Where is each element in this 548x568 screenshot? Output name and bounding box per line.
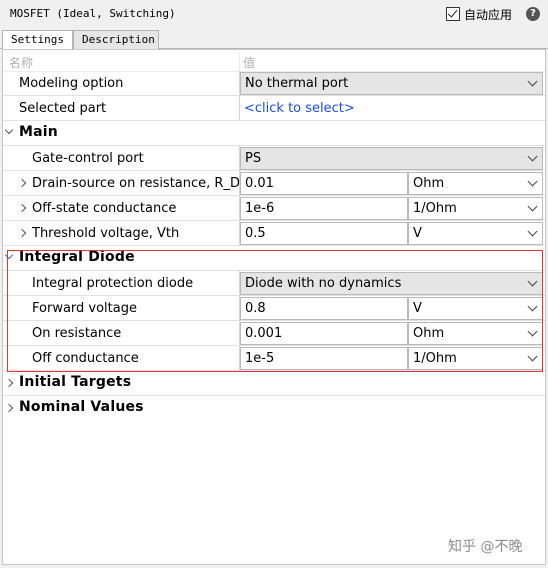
chevron-down-icon (527, 351, 538, 362)
help-icon[interactable]: ? (526, 7, 540, 21)
watermark: 知乎 @不晚 (448, 539, 523, 555)
gate-control-port-row: Gate-control port PS (3, 146, 545, 171)
select-part-link[interactable]: <click to select> (244, 101, 355, 116)
chevron-down-icon[interactable] (5, 252, 15, 262)
off-conductance-label: Off conductance (32, 351, 139, 366)
on-resistance-label: On resistance (32, 326, 122, 341)
on-resistance-row: On resistance 0.001 Ohm (3, 321, 545, 346)
on-resistance-input[interactable]: 0.001 (240, 322, 408, 345)
chevron-down-icon (527, 301, 538, 312)
threshold-voltage-input[interactable]: 0.5 (240, 222, 408, 245)
chevron-right-icon[interactable] (5, 404, 15, 414)
section-nominal-values-label: Nominal Values (19, 399, 144, 415)
drain-source-resistance-label: Drain-source on resistance, R_DS... (32, 176, 261, 191)
property-grid: 名称 值 Modeling option No thermal port Sel… (2, 49, 546, 565)
chevron-right-icon[interactable] (5, 379, 15, 389)
section-initial-targets-label: Initial Targets (19, 374, 132, 390)
chevron-right-icon[interactable] (18, 229, 28, 239)
off-state-conductance-input[interactable]: 1e-6 (240, 197, 408, 220)
modeling-option-dropdown[interactable]: No thermal port (240, 72, 543, 95)
chevron-down-icon (527, 76, 538, 87)
tab-settings[interactable]: Settings (2, 30, 73, 50)
drain-source-resistance-input[interactable]: 0.01 (240, 172, 408, 195)
off-state-conductance-label: Off-state conductance (32, 201, 177, 216)
chevron-down-icon[interactable] (5, 127, 15, 137)
section-initial-targets[interactable]: Initial Targets (3, 371, 545, 396)
gate-control-port-dropdown[interactable]: PS (240, 147, 543, 170)
section-integral-diode[interactable]: Integral Diode (3, 246, 545, 271)
chevron-right-icon[interactable] (18, 179, 28, 189)
chevron-down-icon (527, 201, 538, 212)
off-state-conductance-row: Off-state conductance 1e-6 1/Ohm (3, 196, 545, 221)
protection-diode-row: Integral protection diode Diode with no … (3, 271, 545, 296)
window-title: MOSFET (Ideal, Switching) (10, 7, 176, 20)
threshold-voltage-unit[interactable]: V (408, 222, 543, 245)
chevron-down-icon (527, 326, 538, 337)
name-column-header: 名称 (9, 56, 34, 70)
forward-voltage-row: Forward voltage 0.8 V (3, 296, 545, 321)
table-header: 名称 值 (3, 52, 545, 72)
threshold-voltage-label: Threshold voltage, Vth (32, 226, 180, 241)
modeling-option-row: Modeling option No thermal port (3, 71, 545, 96)
off-state-conductance-unit[interactable]: 1/Ohm (408, 197, 543, 220)
drain-source-resistance-row: Drain-source on resistance, R_DS... 0.01… (3, 171, 545, 196)
chevron-right-icon[interactable] (18, 204, 28, 214)
chevron-down-icon (527, 176, 538, 187)
section-integral-diode-label: Integral Diode (19, 249, 135, 265)
chevron-down-icon (527, 276, 538, 287)
threshold-voltage-row: Threshold voltage, Vth 0.5 V (3, 221, 545, 246)
section-main-label: Main (19, 124, 58, 140)
section-nominal-values[interactable]: Nominal Values (3, 396, 545, 421)
off-conductance-row: Off conductance 1e-5 1/Ohm (3, 346, 545, 371)
section-main[interactable]: Main (3, 121, 545, 146)
drain-source-resistance-unit[interactable]: Ohm (408, 172, 543, 195)
selected-part-row: Selected part <click to select> (3, 96, 545, 121)
gate-control-port-label: Gate-control port (32, 151, 144, 166)
value-column-header: 值 (243, 56, 256, 70)
title-bar: MOSFET (Ideal, Switching) 自动应用 ? (0, 0, 548, 28)
protection-diode-dropdown[interactable]: Diode with no dynamics (240, 272, 543, 295)
chevron-down-icon (527, 151, 538, 162)
tab-bar: Settings Description (0, 30, 548, 50)
auto-apply-toggle[interactable]: 自动应用 (446, 5, 512, 23)
off-conductance-input[interactable]: 1e-5 (240, 347, 408, 370)
auto-apply-checkbox[interactable] (446, 7, 460, 21)
forward-voltage-unit[interactable]: V (408, 297, 543, 320)
off-conductance-unit[interactable]: 1/Ohm (408, 347, 543, 370)
on-resistance-unit[interactable]: Ohm (408, 322, 543, 345)
tab-description[interactable]: Description (73, 30, 159, 49)
protection-diode-label: Integral protection diode (32, 276, 194, 291)
chevron-down-icon (527, 226, 538, 237)
modeling-option-label: Modeling option (19, 76, 124, 91)
selected-part-label: Selected part (19, 101, 107, 116)
forward-voltage-input[interactable]: 0.8 (240, 297, 408, 320)
auto-apply-label: 自动应用 (464, 7, 513, 22)
forward-voltage-label: Forward voltage (32, 301, 137, 316)
